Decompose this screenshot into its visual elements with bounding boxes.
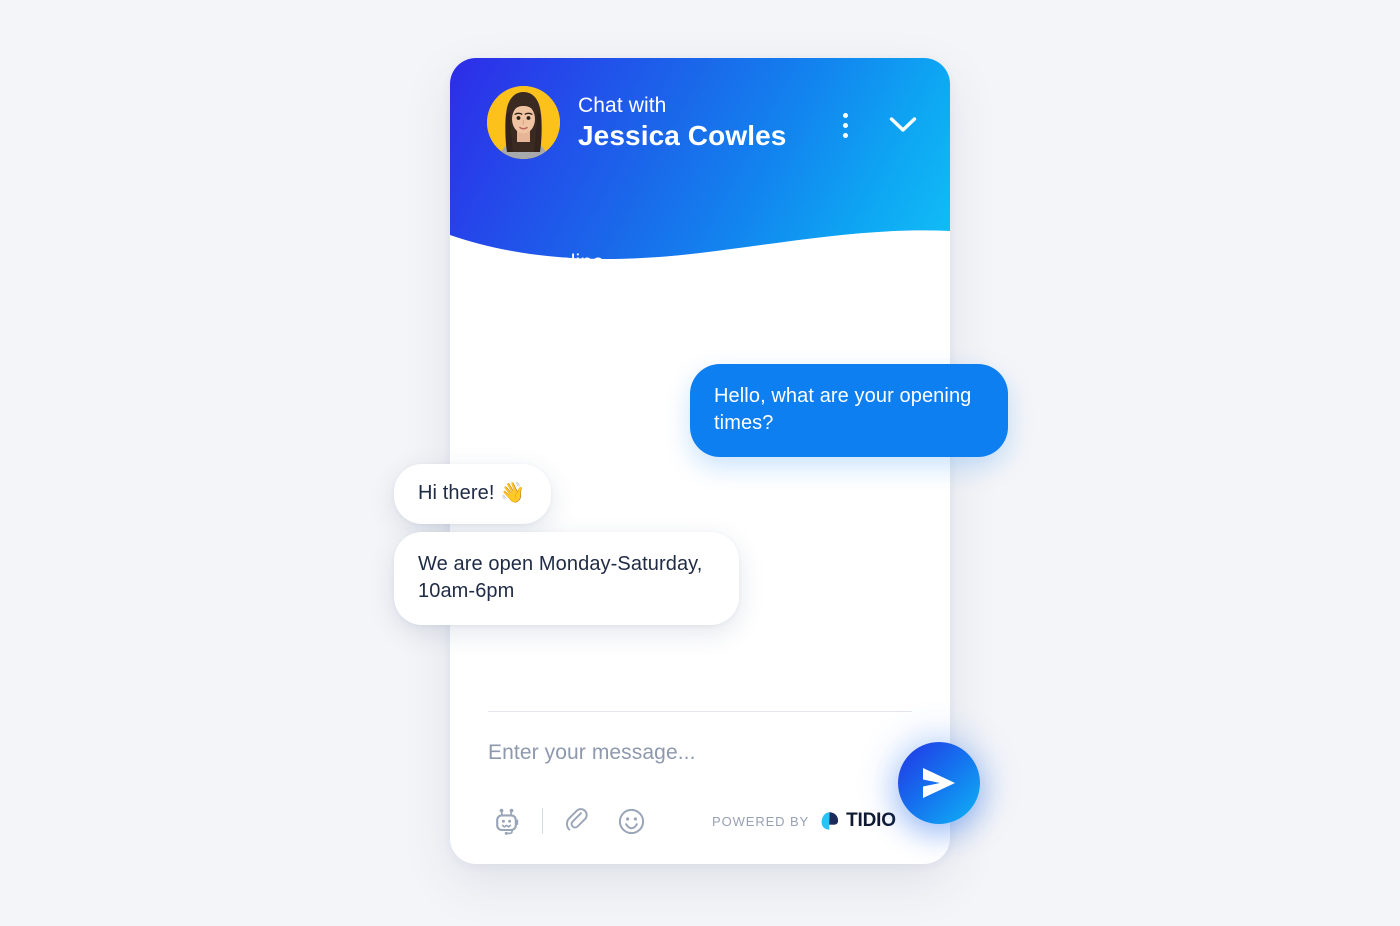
agent-name: Jessica Cowles: [578, 119, 787, 151]
message-list: Hello, what are your opening times? Hi t…: [394, 268, 1008, 748]
chatbot-icon[interactable]: [488, 803, 524, 839]
tidio-logo-icon: [821, 812, 839, 830]
waving-hand-icon: 👋: [500, 482, 526, 504]
attachment-icon[interactable]: [559, 803, 595, 839]
composer-toolbar: [488, 803, 649, 839]
chevron-down-icon[interactable]: [886, 108, 920, 142]
dot: [842, 132, 848, 138]
dot: [842, 112, 848, 118]
chat-header: Chat with Jessica Cowles We're online: [450, 58, 950, 268]
dot: [842, 122, 848, 128]
three-dots-vertical-icon[interactable]: [832, 108, 858, 142]
powered-by-label: POWERED BY: [712, 813, 810, 829]
message-bubble-visitor: Hello, what are your opening times?: [690, 364, 1008, 458]
avatar: [487, 85, 560, 159]
emoji-icon[interactable]: [613, 803, 649, 839]
header-actions: [832, 108, 920, 142]
powered-by-tidio[interactable]: POWERED BY TIDIO: [712, 810, 896, 832]
tidio-wordmark: TIDIO: [846, 810, 896, 831]
avatar-photo: [487, 85, 560, 159]
message-input[interactable]: [488, 741, 888, 765]
chat-widget: Chat with Jessica Cowles We're online He…: [394, 58, 1008, 864]
message-bubble-operator: Hi there! 👋: [394, 464, 552, 525]
message-text: Hello, what are your opening times?: [714, 385, 972, 435]
chat-with-label: Chat with: [578, 93, 667, 117]
composer-divider: [488, 711, 912, 712]
message-bubble-operator: We are open Monday-Saturday, 10am-6pm: [394, 532, 739, 626]
send-icon: [923, 768, 955, 798]
send-button[interactable]: [898, 742, 980, 824]
message-text: Hi there!: [418, 482, 501, 504]
tidio-logo: TIDIO: [818, 810, 896, 832]
online-status-text: We're online: [487, 251, 604, 268]
message-text: We are open Monday-Saturday, 10am-6pm: [418, 553, 703, 603]
toolbar-divider: [542, 808, 543, 834]
header-title-block: Chat with Jessica Cowles: [578, 95, 786, 150]
